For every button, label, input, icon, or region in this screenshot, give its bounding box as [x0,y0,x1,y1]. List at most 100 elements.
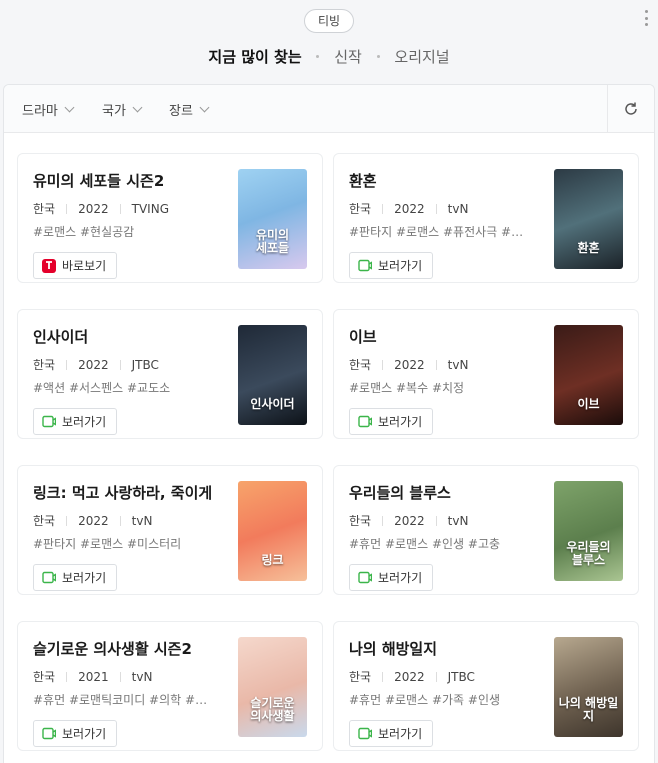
play-icon [358,259,372,272]
poster-image[interactable]: 링크 [238,481,307,581]
tab-original[interactable]: 오리지널 [394,46,449,67]
watch-button[interactable]: 보러가기 [349,252,434,279]
card-tags: #로맨스 #복수 #치정 [349,381,465,395]
refresh-icon [625,102,637,115]
chevron-down-icon [64,102,75,113]
card-year: 2022 [394,513,425,528]
watch-button-label: 보러가기 [378,259,423,273]
poster-image[interactable]: 환혼 [554,169,623,269]
poster-title: 환혼 [577,241,600,255]
meta-separator [382,203,384,214]
card-title[interactable]: 환혼 [349,170,377,191]
filter-country[interactable]: 국가 [102,100,143,119]
poster-title: 링크 [261,553,284,567]
card-title[interactable]: 인사이더 [33,326,88,347]
category-tabs: 지금 많이 찾는 신작 오리지널 [0,46,658,67]
service-chip[interactable]: 티빙 [304,9,354,33]
play-icon [358,727,372,740]
poster-image[interactable]: 슬기로운 의사생활 [238,637,307,737]
poster-image[interactable]: 이브 [554,325,623,425]
meta-separator [66,359,68,370]
card-title[interactable]: 이브 [349,326,377,347]
card-network: tvN [131,513,153,528]
watch-button[interactable]: 바로보기 [33,252,118,279]
poster-title: 우리들의 블루스 [566,540,611,567]
card-country: 한국 [349,202,372,216]
watch-button[interactable]: 보러가기 [33,720,118,747]
tab-popular[interactable]: 지금 많이 찾는 [208,46,301,67]
card-network: tvN [447,513,469,528]
card-meta: 한국 2022 tvN [349,512,468,529]
poster-title: 나의 해방일지 [558,696,619,723]
more-options-icon[interactable] [644,10,648,26]
poster-image[interactable]: 유미의 세포들 [238,169,307,269]
watch-button[interactable]: 보러가기 [349,564,434,591]
card-year: 2022 [394,201,425,216]
drama-card[interactable]: 나의 해방일지 한국 2022 JTBC #휴먼 #로맨스 #가족 #인생 보러… [333,621,639,751]
tab-separator [376,55,380,58]
watch-button[interactable]: 보러가기 [33,408,118,435]
tab-new[interactable]: 신작 [334,46,362,67]
card-network: tvN [447,201,469,216]
card-meta: 한국 2022 tvN [33,512,152,529]
card-tags: #판타지 #로맨스 #퓨전사극 #… [349,225,524,239]
card-meta: 한국 2022 tvN [349,200,468,217]
meta-separator [382,359,384,370]
drama-card[interactable]: 유미의 세포들 시즌2 한국 2022 TVING #로맨스 #현실공감 바로보… [17,153,323,283]
play-icon [358,415,372,428]
poster-image[interactable]: 우리들의 블루스 [554,481,623,581]
card-title[interactable]: 우리들의 블루스 [349,482,451,503]
chevron-down-icon [199,102,210,113]
meta-separator [435,359,437,370]
poster-image[interactable]: 나의 해방일지 [554,637,623,737]
meta-separator [435,203,437,214]
watch-button-label: 바로보기 [62,259,107,273]
card-network: TVING [131,201,169,216]
card-country: 한국 [349,670,372,684]
meta-separator [382,671,384,682]
drama-card[interactable]: 슬기로운 의사생활 시즌2 한국 2021 tvN #휴먼 #로맨틱코미디 #의… [17,621,323,751]
card-year: 2022 [78,513,109,528]
drama-card[interactable]: 우리들의 블루스 한국 2022 tvN #휴먼 #로맨스 #인생 #고충 보러… [333,465,639,595]
meta-separator [66,671,68,682]
filter-type[interactable]: 드라마 [22,100,75,119]
play-icon [42,727,56,740]
watch-button-label: 보러가기 [378,415,423,429]
play-icon [42,571,56,584]
card-title[interactable]: 슬기로운 의사생활 시즌2 [33,638,192,659]
meta-separator [119,203,121,214]
watch-button[interactable]: 보러가기 [349,408,434,435]
watch-button-label: 보러가기 [62,571,107,585]
filter-type-label: 드라마 [22,104,58,119]
drama-card[interactable]: 인사이더 한국 2022 JTBC #액션 #서스펜스 #교도소 보러가기 인사… [17,309,323,439]
watch-button-label: 보러가기 [378,727,423,741]
card-network: JTBC [447,669,475,684]
card-tags: #판타지 #로맨스 #미스터리 [33,537,182,551]
refresh-button[interactable] [607,85,654,132]
card-network: tvN [131,669,153,684]
watch-button-label: 보러가기 [62,415,107,429]
card-title[interactable]: 유미의 세포들 시즌2 [33,170,164,191]
card-meta: 한국 2022 TVING [33,200,169,217]
card-tags: #휴먼 #로맨스 #가족 #인생 [349,693,501,707]
card-title[interactable]: 나의 해방일지 [349,638,437,659]
chevron-down-icon [132,102,143,113]
watch-button-label: 보러가기 [62,727,107,741]
card-tags: #액션 #서스펜스 #교도소 [33,381,171,395]
card-title[interactable]: 링크: 먹고 사랑하라, 죽이게 [33,482,212,503]
drama-card[interactable]: 환혼 한국 2022 tvN #판타지 #로맨스 #퓨전사극 #… 보러가기 환… [333,153,639,283]
tving-icon [42,258,56,273]
card-meta: 한국 2022 tvN [349,356,468,373]
watch-button-label: 보러가기 [378,571,423,585]
card-year: 2021 [78,669,109,684]
drama-card[interactable]: 이브 한국 2022 tvN #로맨스 #복수 #치정 보러가기 이브 [333,309,639,439]
card-meta: 한국 2021 tvN [33,668,152,685]
meta-separator [435,515,437,526]
poster-title: 인사이더 [250,397,295,411]
drama-card[interactable]: 링크: 먹고 사랑하라, 죽이게 한국 2022 tvN #판타지 #로맨스 #… [17,465,323,595]
filter-genre[interactable]: 장르 [169,100,210,119]
watch-button[interactable]: 보러가기 [349,720,434,747]
watch-button[interactable]: 보러가기 [33,564,118,591]
poster-image[interactable]: 인사이더 [238,325,307,425]
card-meta: 한국 2022 JTBC [349,668,475,685]
